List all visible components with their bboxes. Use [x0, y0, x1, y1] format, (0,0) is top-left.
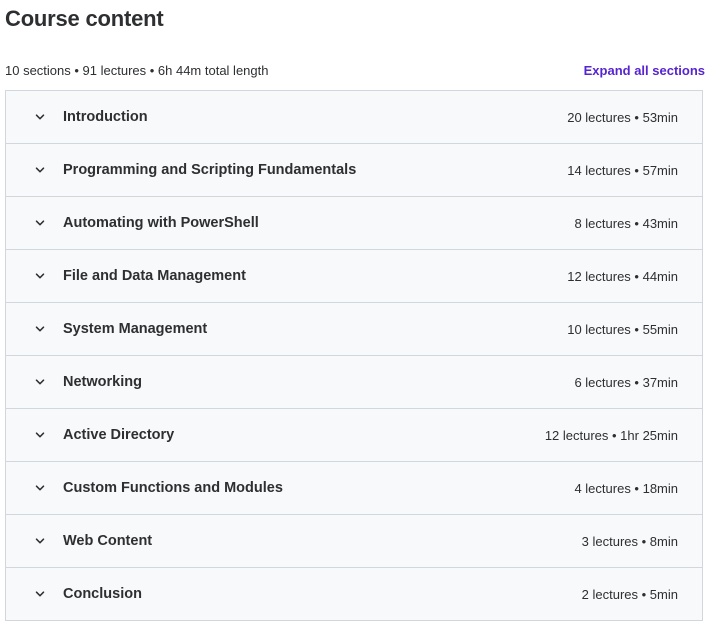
section-meta: 6 lectures • 37min — [574, 374, 678, 390]
section-meta: 20 lectures • 53min — [567, 109, 678, 125]
section-web-content[interactable]: Web Content 3 lectures • 8min — [6, 515, 702, 568]
section-meta: 2 lectures • 5min — [581, 586, 678, 602]
section-title: Active Directory — [63, 427, 175, 443]
section-meta: 12 lectures • 1hr 25min — [544, 427, 678, 443]
chevron-down-icon — [34, 270, 46, 282]
section-introduction[interactable]: Introduction 20 lectures • 53min — [6, 91, 702, 144]
section-meta: 12 lectures • 44min — [567, 268, 678, 284]
chevron-down-icon — [34, 535, 46, 547]
section-file-and-data-management[interactable]: File and Data Management 12 lectures • 4… — [6, 250, 702, 303]
section-title: Automating with PowerShell — [63, 215, 259, 231]
section-meta: 4 lectures • 18min — [574, 480, 678, 496]
chevron-down-icon — [34, 482, 46, 494]
chevron-down-icon — [34, 429, 46, 441]
section-title: System Management — [63, 321, 208, 337]
course-sections-list: Introduction 20 lectures • 53min Program… — [5, 90, 703, 621]
section-active-directory[interactable]: Active Directory 12 lectures • 1hr 25min — [6, 409, 702, 462]
section-title: Networking — [63, 374, 142, 390]
section-title: Custom Functions and Modules — [63, 480, 283, 496]
chevron-down-icon — [34, 111, 46, 123]
section-title: Introduction — [63, 109, 148, 125]
course-summary: 10 sections • 91 lectures • 6h 44m total… — [5, 62, 269, 78]
page-title: Course content — [5, 6, 164, 31]
section-title: Programming and Scripting Fundamentals — [63, 162, 357, 178]
section-meta: 14 lectures • 57min — [567, 162, 678, 178]
section-title: File and Data Management — [63, 268, 246, 284]
section-custom-functions-and-modules[interactable]: Custom Functions and Modules 4 lectures … — [6, 462, 702, 515]
chevron-down-icon — [34, 164, 46, 176]
section-programming-and-scripting-fundamentals[interactable]: Programming and Scripting Fundamentals 1… — [6, 144, 702, 197]
section-conclusion[interactable]: Conclusion 2 lectures • 5min — [6, 568, 702, 620]
section-automating-with-powershell[interactable]: Automating with PowerShell 8 lectures • … — [6, 197, 702, 250]
expand-all-sections-button[interactable]: Expand all sections — [584, 63, 705, 78]
chevron-down-icon — [34, 376, 46, 388]
chevron-down-icon — [34, 217, 46, 229]
section-networking[interactable]: Networking 6 lectures • 37min — [6, 356, 702, 409]
course-summary-row: 10 sections • 91 lectures • 6h 44m total… — [5, 60, 705, 80]
section-title: Web Content — [63, 533, 153, 549]
section-title: Conclusion — [63, 586, 142, 602]
chevron-down-icon — [34, 323, 46, 335]
section-meta: 10 lectures • 55min — [567, 321, 678, 337]
chevron-down-icon — [34, 588, 46, 600]
section-meta: 3 lectures • 8min — [581, 533, 678, 549]
section-meta: 8 lectures • 43min — [574, 215, 678, 231]
section-system-management[interactable]: System Management 10 lectures • 55min — [6, 303, 702, 356]
